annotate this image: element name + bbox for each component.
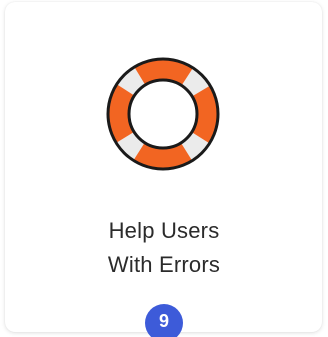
lifebuoy-icon	[106, 57, 220, 171]
count-badge: 9	[145, 304, 183, 337]
card-title-line-1: Help Users	[108, 218, 220, 243]
page: Help Users With Errors 9	[0, 0, 328, 337]
card-title-line-2: With Errors	[107, 252, 221, 277]
card-title: Help Users With Errors	[0, 214, 328, 282]
